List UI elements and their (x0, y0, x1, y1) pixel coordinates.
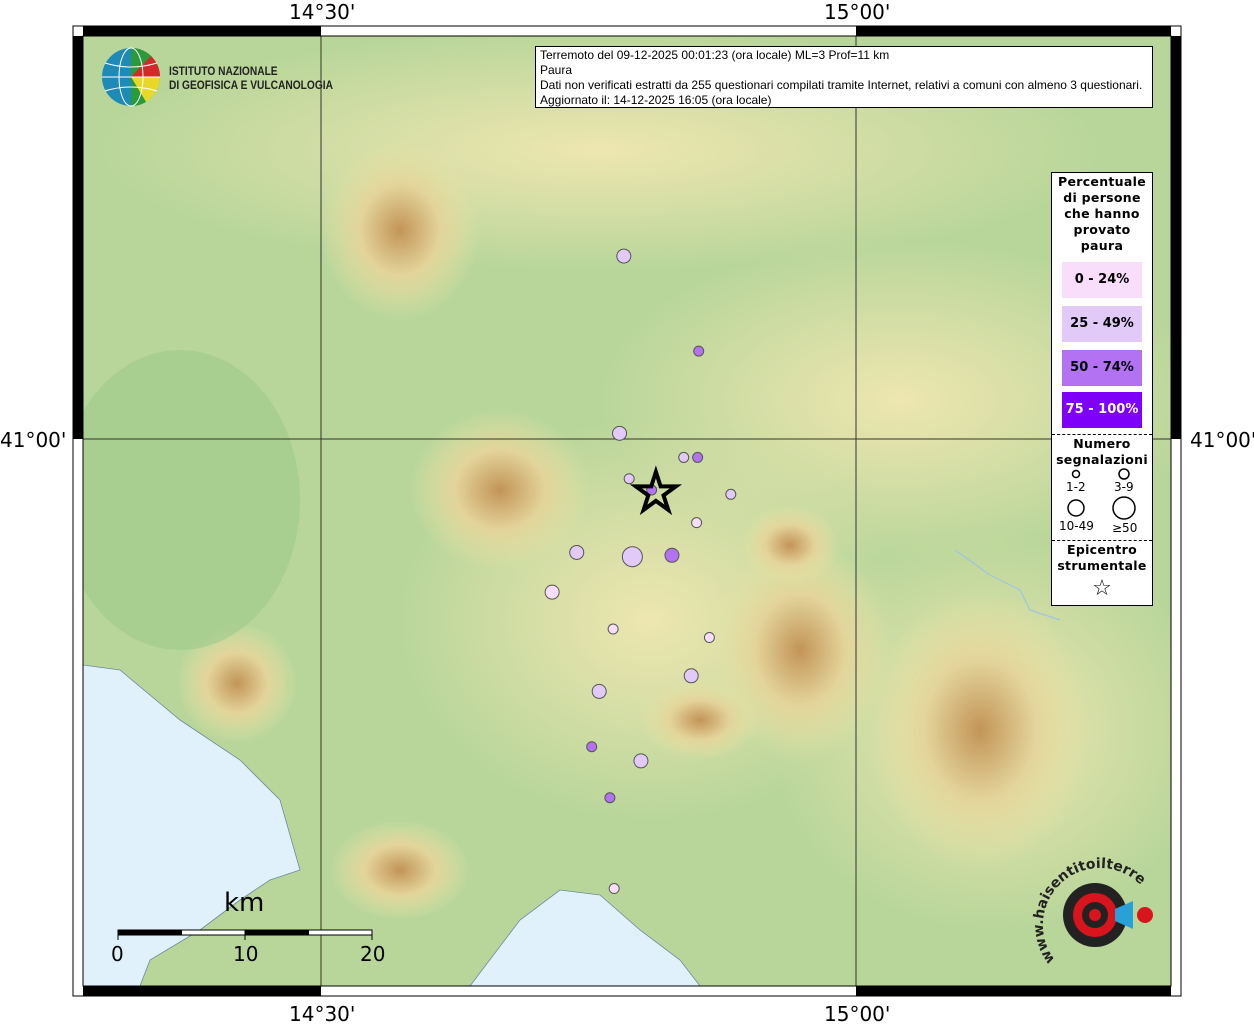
epicenter-title-line: Epicentro (1067, 542, 1137, 557)
ingv-name-line1: ISTITUTO NAZIONALE (169, 64, 278, 78)
observation-point (607, 623, 619, 635)
observation-point (678, 451, 690, 463)
observation-point (664, 547, 680, 563)
legend-title-line: che hanno (1064, 206, 1140, 221)
lat-tick-right: 41°00' (1190, 428, 1254, 452)
count-title-line: segnalazioni (1056, 452, 1148, 467)
observation-point (591, 683, 607, 699)
ingv-name: ISTITUTO NAZIONALE DI GEOFISICA E VULCAN… (169, 64, 333, 92)
legend-title-line: Percentuale (1058, 174, 1146, 189)
lon-tick-top-1: 14°30' (289, 0, 356, 24)
legend-title-line: provato (1073, 222, 1131, 237)
scale-label-20: 20 (360, 942, 386, 966)
count-class-1-2: 1-2 (1066, 480, 1086, 494)
map-parameter: Paura (540, 63, 573, 77)
lat-tick-left: 41°00' (0, 428, 67, 452)
observation-point (616, 248, 632, 264)
count-size-legend: 1-2 3-9 10-49 ≥50 (1052, 468, 1152, 538)
observation-point (703, 632, 715, 644)
legend-class-50-74: 50 - 74% (1062, 350, 1142, 386)
scale-label-10: 10 (233, 942, 259, 966)
scale-unit: km (224, 888, 265, 918)
observation-point (604, 792, 616, 804)
observation-point (612, 425, 628, 441)
count-title-line: Numero (1073, 436, 1131, 451)
epicenter-title-line: strumentale (1057, 558, 1147, 573)
event-description: Terremoto del 09-12-2025 00:01:23 (ora l… (540, 48, 890, 62)
terrain (83, 36, 1171, 986)
count-class-50-plus: ≥50 (1112, 521, 1138, 535)
legend-class-75-100: 75 - 100% (1062, 392, 1142, 428)
observation-point (621, 546, 643, 568)
legend-title: Percentuale di persone che hanno provato… (1052, 173, 1152, 254)
observation-point (693, 345, 705, 357)
observation-point (608, 883, 620, 895)
observation-point (691, 517, 703, 529)
epicenter-title: Epicentro strumentale (1052, 541, 1152, 574)
updated-time: Aggiornato il: 14-12-2025 16:05 (ora loc… (540, 93, 772, 107)
observation-point (623, 473, 635, 485)
scale-label-0: 0 (111, 942, 124, 966)
observation-point (633, 753, 649, 769)
ingv-name-line2: DI GEOFISICA E VULCANOLOGIA (169, 78, 333, 92)
lon-tick-top-2: 15°00' (824, 0, 891, 24)
epicenter-star-legend-icon: ☆ (1092, 576, 1112, 601)
svg-text:www.haisentitoilterremoto.it: www.haisentitoilterremoto.it (1030, 850, 1149, 967)
legend-title-line: di persone (1063, 190, 1141, 205)
count-title: Numero segnalazioni (1052, 435, 1152, 468)
observation-point (544, 584, 560, 600)
site-logo-text: www.haisentitoilterremoto.it (1030, 850, 1149, 967)
lon-tick-bottom-2: 15°00' (824, 1002, 891, 1026)
ingv-logo (102, 47, 161, 107)
legend-class-25-49: 25 - 49% (1062, 306, 1142, 342)
count-class-10-49: 10-49 (1059, 519, 1094, 533)
legend-title-line: paura (1080, 238, 1124, 253)
observation-point (692, 451, 704, 463)
lon-tick-bottom-1: 14°30' (289, 1002, 356, 1026)
event-info-box: Terremoto del 09-12-2025 00:01:23 (ora l… (535, 46, 1153, 108)
observation-point (725, 488, 737, 500)
observation-point (683, 668, 699, 684)
count-class-3-9: 3-9 (1114, 480, 1134, 494)
legend-class-0-24: 0 - 24% (1062, 262, 1142, 298)
observation-point (569, 544, 585, 560)
observation-point (586, 741, 598, 753)
legend: Percentuale di persone che hanno provato… (1051, 172, 1153, 606)
data-note: Dati non verificati estratti da 255 ques… (540, 78, 1143, 92)
